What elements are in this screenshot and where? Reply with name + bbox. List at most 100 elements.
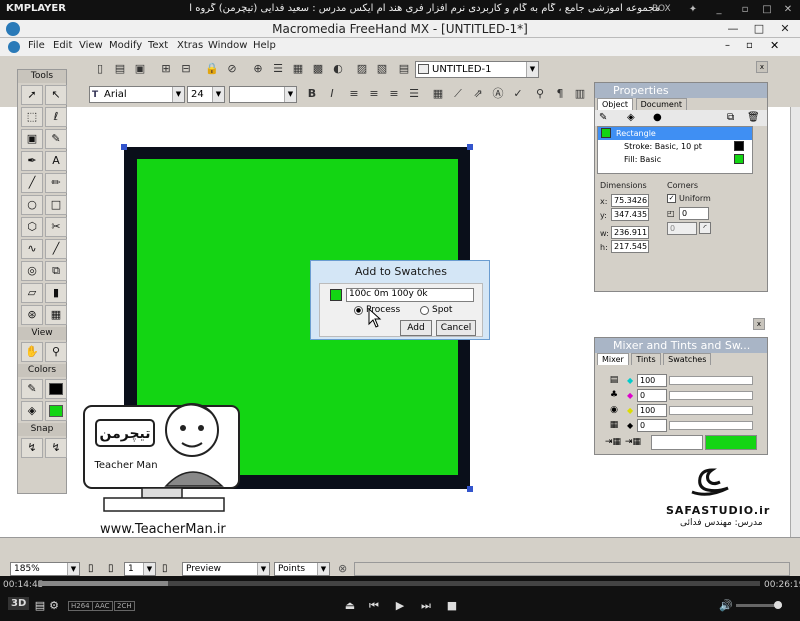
stroke-color-swatch[interactable]: [45, 379, 67, 399]
doc-icon[interactable]: [8, 41, 20, 53]
selection-handle[interactable]: [121, 144, 127, 150]
mixer-title[interactable]: Mixer and Tints and Sw...: [595, 338, 767, 353]
next-icon[interactable]: ⏭: [418, 599, 434, 613]
styles-icon[interactable]: ▦: [289, 60, 307, 78]
magenta-slider[interactable]: [669, 391, 753, 400]
3d-badge[interactable]: 3D: [8, 597, 30, 610]
tree-row-fill[interactable]: Fill: Basic: [598, 153, 752, 166]
lock-icon[interactable]: 🔒: [203, 60, 221, 78]
page-select[interactable]: 1 ▼: [124, 562, 156, 576]
selection-handle[interactable]: [467, 144, 473, 150]
yellow-slider[interactable]: [669, 406, 753, 415]
columns-icon[interactable]: ▥: [571, 85, 589, 103]
mixer-icon[interactable]: ◐: [329, 60, 347, 78]
cyan-field[interactable]: 100: [637, 374, 667, 387]
settings-icon[interactable]: ⚙: [46, 599, 62, 612]
freeform-tool-icon[interactable]: ∿: [21, 239, 43, 259]
panel-close-icon[interactable]: x: [756, 61, 768, 73]
view-mode-select[interactable]: Preview ▼: [182, 562, 270, 576]
transform-icon[interactable]: ▨: [353, 60, 371, 78]
black-slider[interactable]: [669, 421, 753, 430]
justify-icon[interactable]: ☰: [405, 85, 423, 103]
graph-tool-icon[interactable]: ▮: [45, 283, 67, 303]
selection-handle[interactable]: [467, 486, 473, 492]
mixer-close-icon[interactable]: x: [753, 318, 765, 330]
swatch-name-input[interactable]: 100c 0m 100y 0k: [346, 288, 474, 302]
close-icon[interactable]: ✕: [781, 3, 795, 16]
font-name-select[interactable]: T Arial ▼: [89, 86, 185, 103]
add-tint-icon[interactable]: ⇥▦: [625, 437, 641, 447]
corner-radius-field-2[interactable]: 0: [667, 222, 697, 235]
cyan-slider[interactable]: [669, 376, 753, 385]
chevron-down-icon[interactable]: ▼: [212, 87, 224, 102]
align-left-icon[interactable]: ≡: [345, 85, 363, 103]
attach-path-icon[interactable]: ⟋: [449, 85, 467, 103]
subselect-tool-icon[interactable]: ↖: [45, 85, 67, 105]
text-tool-icon[interactable]: A: [45, 151, 67, 171]
app-maximize-icon[interactable]: □: [746, 20, 772, 38]
text-link-icon[interactable]: ⇗: [469, 85, 487, 103]
open-icon[interactable]: ▤: [111, 60, 129, 78]
pin-icon[interactable]: ✦: [686, 3, 700, 16]
layers-icon[interactable]: ☰: [269, 60, 287, 78]
add-stroke-icon[interactable]: ✎: [599, 112, 607, 123]
snap-off-icon[interactable]: ↯: [45, 438, 67, 458]
current-color-preview[interactable]: [705, 435, 757, 450]
tab-tints[interactable]: Tints: [631, 353, 661, 365]
uniform-checkbox[interactable]: ✓: [667, 194, 676, 203]
convert-outlines-icon[interactable]: Ⓐ: [489, 85, 507, 103]
w-field[interactable]: 236.911: [611, 226, 649, 239]
hls-mode-icon[interactable]: ◉: [607, 403, 621, 418]
new-icon[interactable]: ▯: [91, 60, 109, 78]
skew-tool-icon[interactable]: ▱: [21, 283, 43, 303]
process-radio[interactable]: ●: [354, 306, 363, 315]
close-circle-icon[interactable]: ⊗: [338, 562, 347, 575]
menu-edit[interactable]: Edit: [53, 40, 72, 51]
stroke-swatch[interactable]: [734, 141, 744, 151]
doc-close-icon[interactable]: ✕: [770, 39, 779, 52]
rgb-mode-icon[interactable]: ♣: [607, 388, 621, 403]
h-field[interactable]: 217.545: [611, 240, 649, 253]
find-replace-icon[interactable]: ⚲: [531, 85, 549, 103]
knife-tool-icon[interactable]: ✂: [45, 217, 67, 237]
blend-tool-icon[interactable]: ◎: [21, 261, 43, 281]
import-icon[interactable]: ⊞: [157, 60, 175, 78]
duplicate-icon[interactable]: ⧉: [727, 112, 734, 123]
maximize-icon[interactable]: □: [760, 3, 774, 16]
snap-on-icon[interactable]: ↯: [21, 438, 43, 458]
spellcheck-icon[interactable]: ✓: [509, 85, 527, 103]
reflect-tool-icon[interactable]: ⧉: [45, 261, 67, 281]
chevron-down-icon[interactable]: ▼: [172, 87, 184, 102]
last-page-icon[interactable]: ▯: [162, 563, 168, 574]
stroke-color-icon[interactable]: ✎: [21, 379, 43, 399]
chevron-down-icon[interactable]: ▼: [317, 563, 329, 575]
align-icon[interactable]: ⊕: [249, 60, 267, 78]
menu-file[interactable]: File: [28, 40, 45, 51]
polygon-tool-icon[interactable]: ⬡: [21, 217, 43, 237]
save-icon[interactable]: ▣: [131, 60, 149, 78]
stop-icon[interactable]: ■: [444, 599, 460, 612]
app-close-icon[interactable]: ✕: [772, 20, 798, 38]
brush-tool-icon[interactable]: ╱: [45, 239, 67, 259]
doc-minimize-icon[interactable]: –: [725, 40, 730, 51]
swatches-icon[interactable]: ▩: [309, 60, 327, 78]
chart-tool-icon[interactable]: ▦: [45, 305, 67, 325]
previous-icon[interactable]: ⏮: [366, 599, 382, 613]
align-right-icon[interactable]: ≡: [385, 85, 403, 103]
ellipse-tool-icon[interactable]: ○: [21, 195, 43, 215]
chevron-down-icon[interactable]: ▼: [143, 563, 155, 575]
text-style-select[interactable]: ▼: [229, 86, 297, 103]
y-field[interactable]: 347.435: [611, 208, 649, 221]
yellow-field[interactable]: 100: [637, 404, 667, 417]
properties-title[interactable]: Properties: [595, 83, 767, 98]
minimize-icon[interactable]: _: [712, 3, 726, 16]
volume-knob[interactable]: [774, 601, 782, 609]
rectangle-tool-icon[interactable]: □: [45, 195, 67, 215]
magenta-field[interactable]: 0: [637, 389, 667, 402]
symbol-tool-icon[interactable]: ⊛: [21, 305, 43, 325]
doc-restore-icon[interactable]: ▫: [746, 40, 753, 51]
pencil-tool-icon[interactable]: ✏: [45, 173, 67, 193]
add-fill-icon[interactable]: ◈: [627, 112, 635, 123]
fill-swatch[interactable]: [734, 154, 744, 164]
menu-view[interactable]: View: [79, 40, 103, 51]
